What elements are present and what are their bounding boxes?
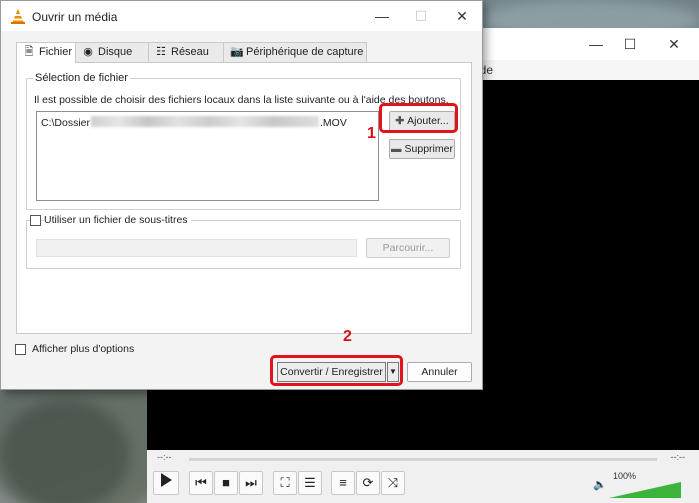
- tab-disque[interactable]: ◉ Disque: [75, 42, 149, 62]
- equalizer-icon: ☰: [304, 475, 316, 490]
- more-options-label: Afficher plus d'options: [32, 343, 135, 355]
- speaker-icon[interactable]: 🔈: [593, 478, 607, 491]
- tab-peripherique-capture[interactable]: 📷 Périphérique de capture: [223, 42, 367, 62]
- fullscreen-icon: ⛶: [280, 475, 290, 490]
- browse-button: Parcourir...: [366, 238, 450, 258]
- elapsed-time: --:--: [157, 452, 172, 462]
- dialog-titlebar: Ouvrir un média — ☐ ✕: [1, 1, 482, 31]
- playlist-button[interactable]: ≡: [331, 471, 355, 495]
- minus-icon: ▬: [391, 143, 402, 155]
- tab-fichier[interactable]: 🗎 Fichier: [16, 42, 76, 63]
- volume-slider[interactable]: [609, 482, 681, 498]
- maximize-icon[interactable]: ☐: [615, 34, 645, 54]
- maximize-icon: ☐: [414, 8, 428, 24]
- tab-label: Réseau: [171, 46, 209, 58]
- playlist-icon: ≡: [339, 475, 347, 490]
- total-time: --:--: [670, 452, 686, 462]
- playback-controls: --:-- --:-- ⏮ ■ ⏭ ⛶ ☰ ≡ ⟳ ⤨ 🔈 100%: [147, 450, 699, 503]
- loop-button[interactable]: ⟳: [356, 471, 380, 495]
- cancel-button[interactable]: Annuler: [407, 362, 472, 382]
- tab-label: Fichier: [39, 46, 73, 58]
- file-extension: .MOV: [320, 117, 347, 129]
- seek-bar[interactable]: [189, 458, 657, 461]
- network-icon: ☷: [156, 46, 166, 58]
- stop-icon: ■: [222, 475, 230, 490]
- play-icon: [161, 473, 172, 487]
- next-icon: ⏭: [245, 475, 257, 490]
- file-selection-group: Sélection de fichier Il est possible de …: [26, 72, 461, 210]
- close-icon[interactable]: ✕: [447, 6, 477, 26]
- subtitles-label: Utiliser un fichier de sous-titres: [44, 214, 191, 226]
- extended-settings-button[interactable]: ☰: [298, 471, 322, 495]
- vlc-cone-icon: [11, 9, 25, 24]
- subtitles-file-input: [36, 239, 357, 257]
- next-button[interactable]: ⏭: [239, 471, 263, 495]
- more-options-checkbox[interactable]: [15, 344, 26, 355]
- volume-percent: 100%: [613, 471, 637, 481]
- dialog-title: Ouvrir un média: [32, 10, 118, 24]
- previous-icon: ⏮: [195, 475, 207, 490]
- stop-button[interactable]: ■: [214, 471, 238, 495]
- file-icon: 🗎: [24, 46, 34, 58]
- fullscreen-button[interactable]: ⛶: [273, 471, 297, 495]
- open-media-dialog: Ouvrir un média — ☐ ✕ 🗎 Fichier ◉ Disque…: [0, 0, 483, 390]
- highlight-add-button: [379, 103, 458, 133]
- subtitles-checkbox[interactable]: [30, 215, 41, 226]
- remove-label: Supprimer: [404, 143, 453, 155]
- file-selection-label: Sélection de fichier: [33, 72, 130, 84]
- minimize-icon[interactable]: —: [581, 34, 611, 54]
- step-number-2: 2: [343, 328, 352, 345]
- remove-button[interactable]: ▬ Supprimer: [389, 139, 455, 159]
- highlight-convert-button: [270, 355, 403, 386]
- play-button[interactable]: [153, 471, 179, 495]
- list-item[interactable]: C:\Dossier .MOV: [41, 116, 347, 129]
- shuffle-button[interactable]: ⤨: [381, 471, 405, 495]
- close-icon[interactable]: ✕: [659, 34, 689, 54]
- browse-label: Parcourir...: [382, 242, 434, 254]
- minimize-icon[interactable]: —: [367, 6, 397, 26]
- file-path-prefix: C:\Dossier: [41, 117, 91, 129]
- tab-reseau[interactable]: ☷ Réseau: [148, 42, 224, 62]
- capture-device-icon: 📷: [230, 46, 244, 58]
- subtitles-group: Utiliser un fichier de sous-titres Parco…: [26, 214, 461, 269]
- step-number-1: 1: [367, 125, 376, 142]
- blurred-path: [91, 116, 320, 127]
- file-list[interactable]: C:\Dossier .MOV: [36, 111, 379, 201]
- tab-label: Disque: [98, 46, 133, 58]
- cancel-label: Annuler: [421, 366, 458, 378]
- tab-label: Périphérique de capture: [246, 46, 364, 58]
- previous-button[interactable]: ⏮: [189, 471, 213, 495]
- shuffle-icon: ⤨: [387, 475, 399, 490]
- loop-icon: ⟳: [362, 475, 374, 490]
- disc-icon: ◉: [83, 46, 93, 58]
